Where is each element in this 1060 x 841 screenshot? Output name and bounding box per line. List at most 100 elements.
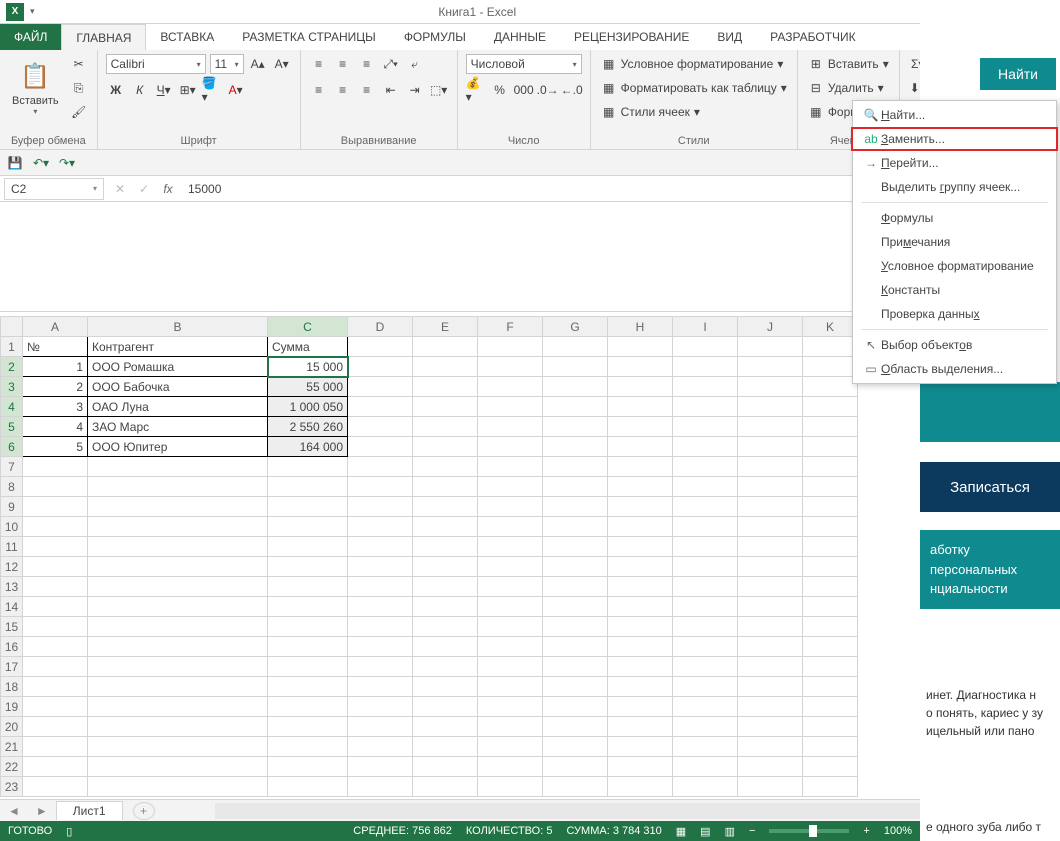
cell-A16[interactable] bbox=[23, 637, 88, 657]
row-header-9[interactable]: 9 bbox=[1, 497, 23, 517]
cell-C14[interactable] bbox=[268, 597, 348, 617]
macro-record-icon[interactable]: ▯ bbox=[66, 825, 72, 838]
cell-H9[interactable] bbox=[608, 497, 673, 517]
cell-I21[interactable] bbox=[673, 737, 738, 757]
cell-J13[interactable] bbox=[738, 577, 803, 597]
menu-constants[interactable]: Константы bbox=[853, 278, 1056, 302]
column-header-C[interactable]: C bbox=[268, 317, 348, 337]
cell-A7[interactable] bbox=[23, 457, 88, 477]
cell-B16[interactable] bbox=[88, 637, 268, 657]
borders-button[interactable]: ⊞▾ bbox=[178, 80, 198, 100]
cell-D3[interactable] bbox=[348, 377, 413, 397]
cell-I12[interactable] bbox=[673, 557, 738, 577]
column-header-D[interactable]: D bbox=[348, 317, 413, 337]
cell-B12[interactable] bbox=[88, 557, 268, 577]
cell-C9[interactable] bbox=[268, 497, 348, 517]
view-page-break-button[interactable]: ▥ bbox=[725, 825, 735, 838]
cell-G4[interactable] bbox=[543, 397, 608, 417]
cell-J14[interactable] bbox=[738, 597, 803, 617]
column-header-G[interactable]: G bbox=[543, 317, 608, 337]
cell-D1[interactable] bbox=[348, 337, 413, 357]
zoom-in-button[interactable]: + bbox=[863, 825, 869, 837]
increase-decimal-button[interactable]: .0→ bbox=[538, 80, 558, 100]
format-as-table-button[interactable]: ▦Форматировать как таблицу▾ bbox=[599, 78, 789, 98]
tab-insert[interactable]: ВСТАВКА bbox=[146, 24, 228, 50]
sheet-nav-next[interactable]: ► bbox=[28, 804, 56, 818]
cell-B21[interactable] bbox=[88, 737, 268, 757]
cell-I3[interactable] bbox=[673, 377, 738, 397]
decrease-indent-button[interactable]: ⇤ bbox=[381, 80, 401, 100]
cancel-formula-button[interactable]: ✕ bbox=[108, 182, 132, 196]
horizontal-scrollbar[interactable] bbox=[215, 803, 920, 819]
cell-F3[interactable] bbox=[478, 377, 543, 397]
insert-cells-button[interactable]: ⊞Вставить▾ bbox=[806, 54, 891, 74]
enter-formula-button[interactable]: ✓ bbox=[132, 182, 156, 196]
menu-goto-special[interactable]: Выделить группу ячеек... bbox=[853, 175, 1056, 199]
column-header-F[interactable]: F bbox=[478, 317, 543, 337]
cell-C1[interactable]: Сумма bbox=[268, 337, 348, 357]
menu-selection-pane[interactable]: ▭Область выделения... bbox=[853, 357, 1056, 381]
cell-J18[interactable] bbox=[738, 677, 803, 697]
column-header-B[interactable]: B bbox=[88, 317, 268, 337]
cell-H21[interactable] bbox=[608, 737, 673, 757]
cell-J20[interactable] bbox=[738, 717, 803, 737]
cell-E20[interactable] bbox=[413, 717, 478, 737]
cell-D13[interactable] bbox=[348, 577, 413, 597]
cell-K17[interactable] bbox=[803, 657, 858, 677]
cell-H17[interactable] bbox=[608, 657, 673, 677]
cell-C5[interactable]: 2 550 260 bbox=[268, 417, 348, 437]
row-header-4[interactable]: 4 bbox=[1, 397, 23, 417]
align-right-button[interactable]: ≡ bbox=[357, 80, 377, 100]
cell-J7[interactable] bbox=[738, 457, 803, 477]
column-header-I[interactable]: I bbox=[673, 317, 738, 337]
cell-D17[interactable] bbox=[348, 657, 413, 677]
row-header-16[interactable]: 16 bbox=[1, 637, 23, 657]
name-box[interactable]: C2▾ bbox=[4, 178, 104, 200]
insert-function-button[interactable]: fx bbox=[156, 182, 180, 196]
cell-B9[interactable] bbox=[88, 497, 268, 517]
bold-button[interactable]: Ж bbox=[106, 80, 126, 100]
font-size-combo[interactable]: 11▾ bbox=[210, 54, 244, 74]
cell-I17[interactable] bbox=[673, 657, 738, 677]
cell-C2[interactable]: 15 000 bbox=[268, 357, 348, 377]
tab-view[interactable]: ВИД bbox=[703, 24, 756, 50]
menu-find[interactable]: 🔍Найти... bbox=[853, 103, 1056, 127]
cell-C4[interactable]: 1 000 050 bbox=[268, 397, 348, 417]
cell-D20[interactable] bbox=[348, 717, 413, 737]
fill-color-button[interactable]: 🪣▾ bbox=[202, 80, 222, 100]
cell-G10[interactable] bbox=[543, 517, 608, 537]
cell-E18[interactable] bbox=[413, 677, 478, 697]
cell-C22[interactable] bbox=[268, 757, 348, 777]
cell-K15[interactable] bbox=[803, 617, 858, 637]
cell-D9[interactable] bbox=[348, 497, 413, 517]
cell-F9[interactable] bbox=[478, 497, 543, 517]
cell-H4[interactable] bbox=[608, 397, 673, 417]
cell-A21[interactable] bbox=[23, 737, 88, 757]
cell-J15[interactable] bbox=[738, 617, 803, 637]
cell-E16[interactable] bbox=[413, 637, 478, 657]
cell-D21[interactable] bbox=[348, 737, 413, 757]
cell-B11[interactable] bbox=[88, 537, 268, 557]
cell-K6[interactable] bbox=[803, 437, 858, 457]
cell-K23[interactable] bbox=[803, 777, 858, 797]
cell-J2[interactable] bbox=[738, 357, 803, 377]
cell-G8[interactable] bbox=[543, 477, 608, 497]
cell-G19[interactable] bbox=[543, 697, 608, 717]
sheet-tab[interactable]: Лист1 bbox=[56, 801, 123, 820]
align-center-button[interactable]: ≡ bbox=[333, 80, 353, 100]
cell-I14[interactable] bbox=[673, 597, 738, 617]
cell-I13[interactable] bbox=[673, 577, 738, 597]
cell-K2[interactable] bbox=[803, 357, 858, 377]
cell-F2[interactable] bbox=[478, 357, 543, 377]
cell-A18[interactable] bbox=[23, 677, 88, 697]
conditional-formatting-button[interactable]: ▦Условное форматирование▾ bbox=[599, 54, 789, 74]
cell-I20[interactable] bbox=[673, 717, 738, 737]
cell-I9[interactable] bbox=[673, 497, 738, 517]
external-find-button[interactable]: Найти bbox=[980, 58, 1056, 90]
tab-review[interactable]: РЕЦЕНЗИРОВАНИЕ bbox=[560, 24, 703, 50]
cell-C11[interactable] bbox=[268, 537, 348, 557]
cell-G12[interactable] bbox=[543, 557, 608, 577]
cell-I19[interactable] bbox=[673, 697, 738, 717]
cell-H11[interactable] bbox=[608, 537, 673, 557]
cell-K12[interactable] bbox=[803, 557, 858, 577]
